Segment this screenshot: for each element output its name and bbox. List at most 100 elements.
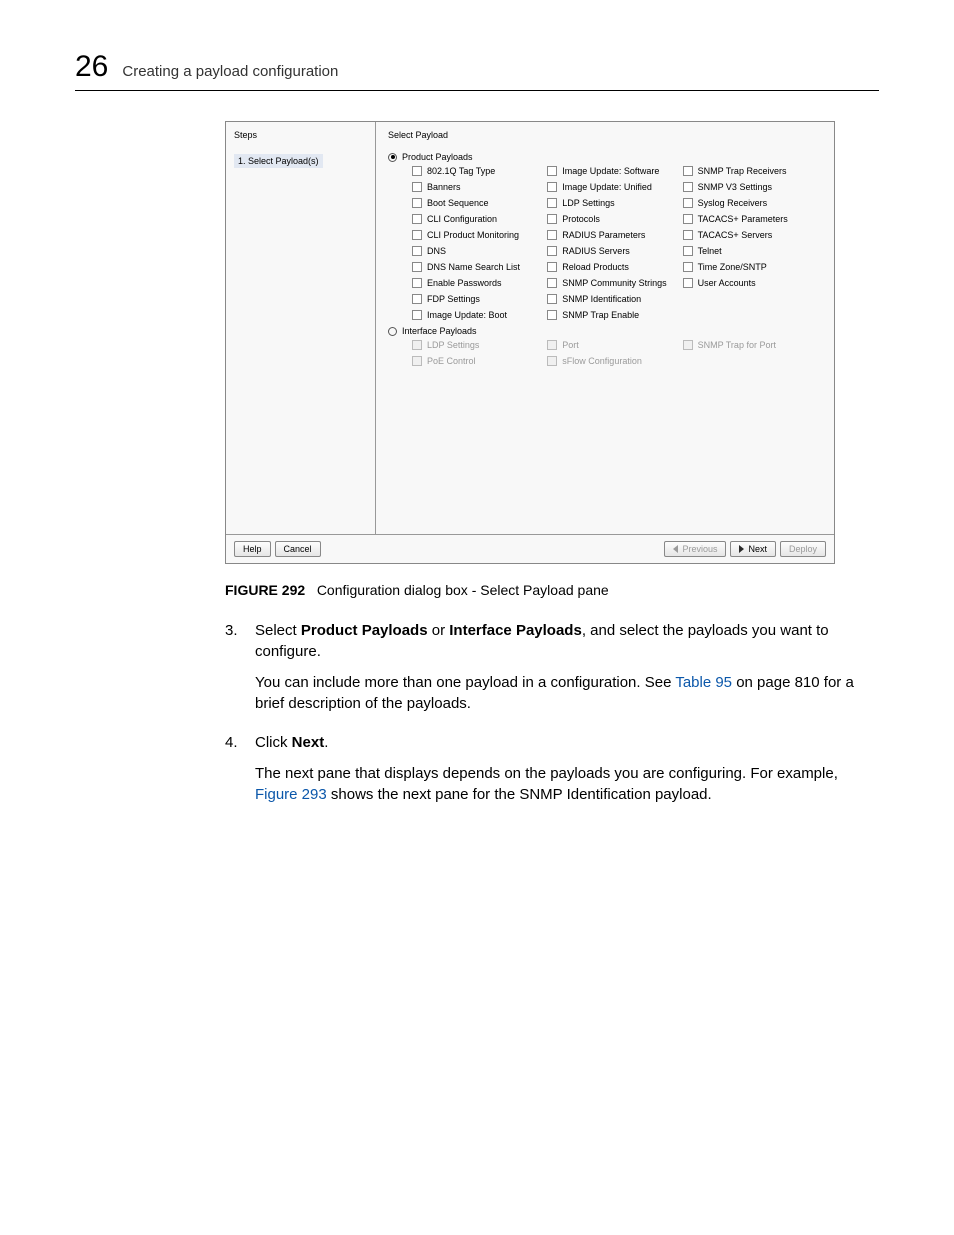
- payload-checkbox[interactable]: CLI Product Monitoring: [412, 230, 547, 240]
- radio-label: Interface Payloads: [402, 326, 477, 336]
- checkbox-icon: [683, 230, 693, 240]
- table-95-link[interactable]: Table 95: [675, 674, 732, 691]
- checkbox-icon: [547, 246, 557, 256]
- checkbox-icon: [683, 214, 693, 224]
- payload-checkbox[interactable]: SNMP Trap Receivers: [683, 166, 818, 176]
- payload-checkbox[interactable]: LDP Settings: [547, 198, 682, 208]
- checkbox-icon: [683, 182, 693, 192]
- checkbox-icon: [412, 310, 422, 320]
- checkbox-label: RADIUS Servers: [562, 246, 630, 256]
- checkbox-icon: [683, 340, 693, 350]
- page-header: 26 Creating a payload configuration: [75, 50, 879, 91]
- payload-checkbox[interactable]: SNMP Community Strings: [547, 278, 682, 288]
- arrow-left-icon: [673, 545, 678, 553]
- checkbox-label: 802.1Q Tag Type: [427, 166, 495, 176]
- checkbox-label: RADIUS Parameters: [562, 230, 645, 240]
- payload-checkbox[interactable]: SNMP Identification: [547, 294, 682, 304]
- payload-checkbox[interactable]: Protocols: [547, 214, 682, 224]
- payload-checkbox[interactable]: Syslog Receivers: [683, 198, 818, 208]
- checkbox-label: TACACS+ Servers: [698, 230, 773, 240]
- checkbox-icon: [412, 294, 422, 304]
- payload-checkbox: PoE Control: [412, 356, 547, 366]
- payload-checkbox[interactable]: SNMP Trap Enable: [547, 310, 682, 320]
- payload-checkbox[interactable]: DNS Name Search List: [412, 262, 547, 272]
- radio-label: Product Payloads: [402, 152, 473, 162]
- payload-checkbox[interactable]: RADIUS Parameters: [547, 230, 682, 240]
- payload-checkbox[interactable]: Enable Passwords: [412, 278, 547, 288]
- figure-label: FIGURE 292: [225, 582, 305, 598]
- checkbox-icon: [547, 340, 557, 350]
- checkbox-label: Boot Sequence: [427, 198, 489, 208]
- step-number: 3.: [225, 620, 239, 662]
- radio-icon: [388, 153, 397, 162]
- payload-checkbox[interactable]: Image Update: Unified: [547, 182, 682, 192]
- checkbox-label: CLI Configuration: [427, 214, 497, 224]
- checkbox-icon: [683, 246, 693, 256]
- checkbox-label: SNMP Trap for Port: [698, 340, 776, 350]
- payload-checkbox[interactable]: Boot Sequence: [412, 198, 547, 208]
- step-text: Select Product Payloads or Interface Pay…: [255, 620, 879, 662]
- payload-checkbox[interactable]: SNMP V3 Settings: [683, 182, 818, 192]
- figure-caption: FIGURE 292 Configuration dialog box - Se…: [225, 582, 879, 598]
- checkbox-label: User Accounts: [698, 278, 756, 288]
- checkbox-icon: [412, 198, 422, 208]
- payload-checkbox[interactable]: Image Update: Software: [547, 166, 682, 176]
- checkbox-icon: [547, 182, 557, 192]
- arrow-right-icon: [739, 545, 744, 553]
- payload-checkbox[interactable]: Banners: [412, 182, 547, 192]
- payload-checkbox[interactable]: 802.1Q Tag Type: [412, 166, 547, 176]
- payload-checkbox: sFlow Configuration: [547, 356, 682, 366]
- payload-checkbox[interactable]: Reload Products: [547, 262, 682, 272]
- interface-payloads-radio[interactable]: Interface Payloads: [388, 326, 822, 336]
- payload-checkbox: SNMP Trap for Port: [683, 340, 818, 350]
- checkbox-icon: [547, 214, 557, 224]
- checkbox-label: Time Zone/SNTP: [698, 262, 767, 272]
- step-item-1[interactable]: 1. Select Payload(s): [234, 154, 323, 168]
- checkbox-icon: [547, 262, 557, 272]
- checkbox-icon: [547, 310, 557, 320]
- checkbox-label: Banners: [427, 182, 461, 192]
- checkbox-label: DNS: [427, 246, 446, 256]
- payload-checkbox[interactable]: Time Zone/SNTP: [683, 262, 818, 272]
- checkbox-icon: [412, 182, 422, 192]
- step-4-note: The next pane that displays depends on t…: [255, 763, 879, 805]
- checkbox-icon: [412, 230, 422, 240]
- checkbox-icon: [547, 278, 557, 288]
- payload-checkbox: Port: [547, 340, 682, 350]
- figure-caption-text: Configuration dialog box - Select Payloa…: [317, 582, 609, 598]
- payload-checkbox[interactable]: CLI Configuration: [412, 214, 547, 224]
- next-button[interactable]: Next: [730, 541, 776, 557]
- help-button[interactable]: Help: [234, 541, 271, 557]
- payload-checkbox: LDP Settings: [412, 340, 547, 350]
- figure-293-link[interactable]: Figure 293: [255, 786, 327, 803]
- checkbox-label: DNS Name Search List: [427, 262, 520, 272]
- step-4: 4. Click Next.: [225, 732, 879, 753]
- payload-checkbox[interactable]: TACACS+ Servers: [683, 230, 818, 240]
- payload-checkbox[interactable]: TACACS+ Parameters: [683, 214, 818, 224]
- payload-checkbox[interactable]: RADIUS Servers: [547, 246, 682, 256]
- checkbox-icon: [547, 356, 557, 366]
- checkbox-label: SNMP Community Strings: [562, 278, 666, 288]
- page-title: Creating a payload configuration: [122, 63, 338, 80]
- payload-checkbox[interactable]: User Accounts: [683, 278, 818, 288]
- payload-checkbox[interactable]: Image Update: Boot: [412, 310, 547, 320]
- checkbox-label: Image Update: Unified: [562, 182, 652, 192]
- checkbox-label: TACACS+ Parameters: [698, 214, 788, 224]
- checkbox-label: Telnet: [698, 246, 722, 256]
- dialog-screenshot: Steps 1. Select Payload(s) Select Payloa…: [225, 121, 835, 564]
- product-payloads-radio[interactable]: Product Payloads: [388, 152, 822, 162]
- previous-button[interactable]: Previous: [664, 541, 726, 557]
- checkbox-label: Image Update: Software: [562, 166, 659, 176]
- payload-checkbox[interactable]: FDP Settings: [412, 294, 547, 304]
- cancel-button[interactable]: Cancel: [275, 541, 321, 557]
- checkbox-icon: [412, 278, 422, 288]
- checkbox-label: SNMP Trap Enable: [562, 310, 639, 320]
- payload-checkbox[interactable]: Telnet: [683, 246, 818, 256]
- checkbox-icon: [412, 166, 422, 176]
- step-3-note: You can include more than one payload in…: [255, 672, 879, 714]
- checkbox-icon: [683, 166, 693, 176]
- step-number: 4.: [225, 732, 239, 753]
- checkbox-label: Syslog Receivers: [698, 198, 768, 208]
- deploy-button[interactable]: Deploy: [780, 541, 826, 557]
- payload-checkbox[interactable]: DNS: [412, 246, 547, 256]
